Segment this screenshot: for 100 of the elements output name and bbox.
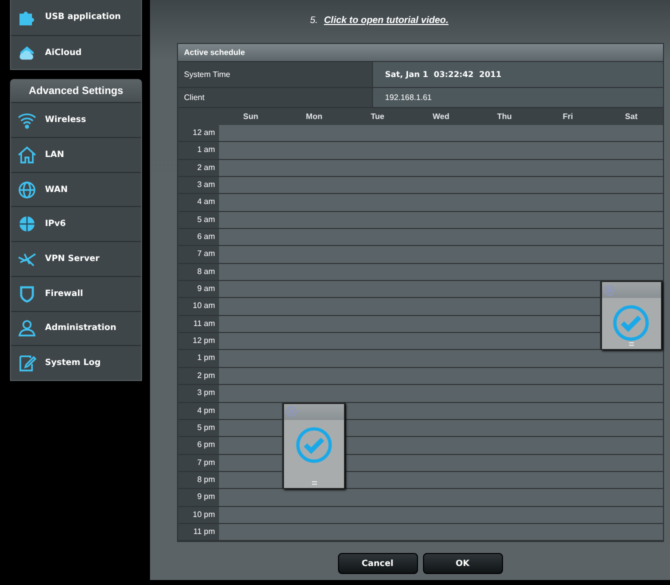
schedule-block[interactable] bbox=[283, 402, 345, 490]
shield-icon bbox=[17, 284, 37, 304]
hour-label: 4 pm bbox=[178, 402, 219, 420]
sidebar-item[interactable]: WAN bbox=[11, 172, 141, 206]
time-slot[interactable] bbox=[600, 420, 663, 438]
time-slot[interactable] bbox=[219, 333, 282, 350]
section-title: Advanced Settings bbox=[11, 80, 141, 102]
day-header: Fri bbox=[536, 108, 600, 125]
time-slot[interactable] bbox=[219, 264, 282, 282]
time-slot[interactable] bbox=[219, 212, 282, 230]
sidebar-item[interactable]: AiCloud bbox=[11, 34, 141, 70]
system-time-value: Sat, Jan 1 03:22:42 2011 bbox=[373, 62, 663, 88]
time-slot[interactable] bbox=[600, 506, 663, 524]
person-icon bbox=[17, 318, 37, 338]
globe-icon bbox=[17, 214, 37, 234]
day-header: Wed bbox=[409, 108, 473, 125]
hour-label: 9 am bbox=[178, 281, 219, 298]
hour-label: 10 am bbox=[178, 298, 219, 316]
hour-label: 6 pm bbox=[178, 437, 219, 455]
day-header: Mon bbox=[282, 108, 346, 125]
sidebar-item[interactable]: Administration bbox=[11, 310, 141, 346]
time-slot[interactable] bbox=[600, 350, 663, 368]
hour-label: 8 am bbox=[178, 264, 219, 282]
time-slot[interactable] bbox=[219, 194, 282, 212]
time-slot[interactable] bbox=[600, 142, 663, 160]
resize-handle-icon[interactable] bbox=[628, 342, 634, 346]
resize-handle-icon[interactable] bbox=[312, 481, 317, 486]
time-slot[interactable] bbox=[219, 281, 282, 298]
house-icon bbox=[17, 144, 37, 165]
hour-label: 5 am bbox=[178, 212, 219, 230]
time-slot[interactable] bbox=[600, 472, 663, 490]
time-slot[interactable] bbox=[219, 316, 282, 334]
time-slot[interactable] bbox=[600, 194, 663, 212]
time-slot[interactable] bbox=[600, 454, 663, 472]
globe-icon bbox=[17, 180, 37, 200]
hour-label: 3 pm bbox=[178, 385, 219, 402]
sidebar-item[interactable]: Wireless bbox=[11, 102, 141, 138]
time-slot[interactable] bbox=[219, 160, 282, 178]
tutorial-link[interactable]: Click to open tutorial video. bbox=[324, 15, 449, 26]
close-icon[interactable] bbox=[604, 284, 615, 296]
hour-label: 1 am bbox=[178, 142, 219, 160]
day-header: Sat bbox=[600, 108, 663, 125]
step-number: 5. bbox=[310, 15, 318, 26]
hour-label: 6 am bbox=[178, 229, 219, 246]
hour-label: 2 am bbox=[178, 160, 219, 178]
sidebar-item[interactable]: Firewall bbox=[11, 276, 141, 310]
time-slot[interactable] bbox=[600, 212, 663, 230]
time-slot[interactable] bbox=[600, 489, 663, 507]
day-header: Sun bbox=[219, 108, 282, 125]
time-slot[interactable] bbox=[219, 524, 282, 542]
hour-label: 8 pm bbox=[178, 472, 219, 490]
sidebar-item[interactable]: IPv6 bbox=[11, 206, 141, 242]
hour-label: 7 am bbox=[178, 246, 219, 264]
time-slot[interactable] bbox=[219, 368, 282, 386]
hour-label: 4 am bbox=[178, 194, 219, 212]
hour-label: 10 pm bbox=[178, 506, 219, 524]
dialog-button[interactable]: OK bbox=[422, 553, 502, 574]
field-label: System Time bbox=[178, 62, 373, 88]
sidebar-item[interactable]: System Log bbox=[11, 345, 141, 380]
day-header: Thu bbox=[472, 108, 536, 125]
close-icon[interactable] bbox=[286, 406, 298, 417]
hour-label: 9 pm bbox=[178, 489, 219, 507]
field-label: Client bbox=[178, 88, 373, 108]
time-slot[interactable] bbox=[600, 368, 663, 386]
time-slot[interactable] bbox=[600, 160, 663, 178]
time-slot[interactable] bbox=[219, 489, 282, 507]
time-slot[interactable] bbox=[219, 246, 282, 264]
hour-label: 5 pm bbox=[178, 420, 219, 438]
time-slot[interactable] bbox=[600, 385, 663, 402]
time-slot[interactable] bbox=[219, 177, 282, 194]
check-circle-icon bbox=[295, 426, 334, 464]
client-value: 192.168.1.61 bbox=[373, 88, 663, 108]
time-slot[interactable] bbox=[219, 298, 282, 316]
time-slot[interactable] bbox=[219, 385, 282, 402]
time-slot[interactable] bbox=[600, 177, 663, 194]
time-slot[interactable] bbox=[219, 125, 282, 142]
day-header: Tue bbox=[346, 108, 410, 125]
time-slot[interactable] bbox=[219, 506, 282, 524]
time-slot[interactable] bbox=[219, 229, 282, 246]
sidebar-item[interactable]: USB application bbox=[11, 0, 141, 35]
time-slot[interactable] bbox=[600, 402, 663, 420]
sidebar-item[interactable]: VPN Server bbox=[11, 241, 141, 276]
hour-label: 11 am bbox=[178, 316, 219, 334]
dialog-button[interactable]: Cancel bbox=[338, 553, 418, 574]
time-slot[interactable] bbox=[600, 229, 663, 246]
time-slot[interactable] bbox=[600, 246, 663, 264]
schedule-block[interactable] bbox=[600, 281, 662, 350]
hour-label: 1 pm bbox=[178, 350, 219, 368]
time-slot[interactable] bbox=[219, 350, 282, 368]
hour-label: 2 pm bbox=[178, 368, 219, 386]
sidebar-item[interactable]: LAN bbox=[11, 137, 141, 172]
hour-label: 11 pm bbox=[178, 524, 219, 542]
time-slot[interactable] bbox=[600, 125, 663, 142]
hour-label: 12 pm bbox=[178, 333, 219, 350]
time-slot[interactable] bbox=[219, 142, 282, 160]
time-slot[interactable] bbox=[600, 437, 663, 455]
time-slot[interactable] bbox=[600, 524, 663, 542]
check-circle-icon bbox=[612, 304, 650, 342]
hour-label: 7 pm bbox=[178, 454, 219, 472]
panel-title: Active schedule bbox=[178, 44, 663, 61]
